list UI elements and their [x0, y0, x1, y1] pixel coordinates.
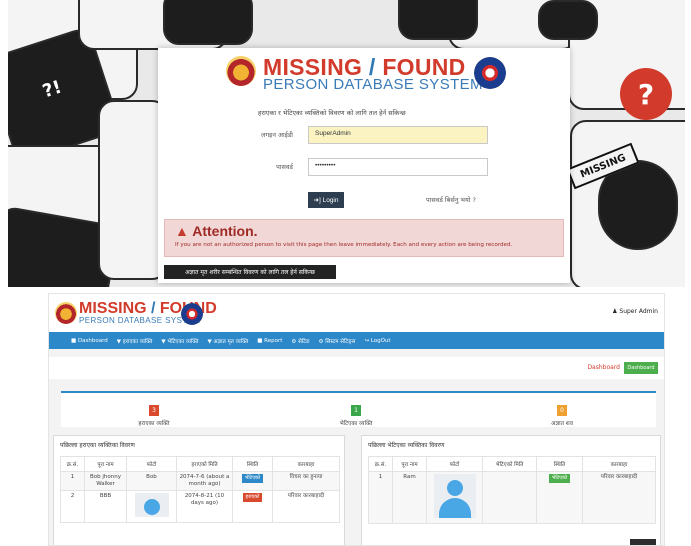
nav-dashboard[interactable]: ■ Dashboard — [71, 338, 108, 344]
cell-action[interactable]: परिवार कारबाहादी — [582, 471, 656, 524]
alert-title: ▲ Attention. — [175, 223, 258, 239]
cell-sn: 1 — [368, 471, 393, 524]
status-badge: हराएको — [242, 493, 263, 502]
table-header: क्र.सं. पूरा नाम फोटो हराएको मिति स्थिति… — [60, 456, 340, 472]
table-row[interactable]: 2 BBB 2074-8-21 (10 days ago) हराएको परि… — [60, 490, 340, 523]
breadcrumb: Dashboard Dashboard — [49, 357, 664, 379]
cell-sn: 1 — [60, 471, 85, 491]
cell-date: 2074-7-6 (about a month ago) — [176, 471, 233, 491]
dashboard-header: MISSING / FOUND PERSON DATABASE SYSTEM ♟… — [49, 294, 664, 332]
stat-found-count: 1 — [351, 405, 361, 416]
stat-missing-count: 3 — [149, 405, 159, 416]
police-emblem-icon — [226, 56, 256, 86]
nav-logout[interactable]: ↪ LogOut — [364, 338, 390, 344]
stat-unknown-label: अज्ञात शव — [551, 421, 573, 427]
table-row[interactable]: 1 Bob jhonny Walker Bob 2074-7-6 (about … — [60, 471, 340, 491]
found-persons-panel: पछिल्ला भेटिएका व्यक्तिका विवरण क्र.सं. … — [361, 435, 661, 545]
col-sn: क्र.सं. — [60, 456, 85, 472]
col-sn: क्र.सं. — [368, 456, 393, 472]
nav-unknown-dead[interactable]: ▼ अज्ञात मृत व्यक्ति — [207, 337, 248, 345]
nav-found-persons[interactable]: ▼ भेटिएका व्यक्ति — [161, 337, 198, 345]
stat-missing-label: हराएका व्यक्ति — [138, 421, 170, 427]
stat-found-label: भेटिएका व्यक्ति — [339, 421, 373, 427]
cell-photo — [426, 471, 483, 524]
login-id-label: लगइन आईडी — [261, 131, 293, 139]
panel-title: पछिल्ला भेटिएका व्यक्तिका विवरण — [368, 442, 445, 449]
col-action: कारबाहा — [272, 456, 340, 472]
alert-text: If you are not an authorized person to v… — [175, 242, 513, 248]
missing-persons-panel: पछिल्ला हराएका व्यक्तिका विवरण क्र.सं. प… — [53, 435, 345, 545]
nav-system-settings[interactable]: ⚙ सिस्टम सेटिङ्स — [319, 337, 356, 345]
col-status: स्थिति — [232, 456, 273, 472]
dashboard-screenshot: MISSING / FOUND PERSON DATABASE SYSTEM ♟… — [48, 293, 665, 546]
login-id-input[interactable]: SuperAdmin — [308, 126, 488, 144]
cell-action[interactable]: परिवार कारबाहादी — [272, 490, 340, 523]
cell-status: भेटिएको — [536, 471, 583, 524]
police-emblem-icon — [55, 302, 77, 324]
col-name: पूरा नाम — [84, 456, 127, 472]
puzzle-piece — [538, 0, 598, 40]
stat-found[interactable]: 1 भेटिएका व्यक्ति — [311, 397, 401, 427]
puzzle-piece — [398, 0, 478, 40]
login-button[interactable]: ➜] Login — [308, 192, 344, 208]
cell-name: Bob jhonny Walker — [84, 471, 127, 491]
cid-emblem-icon — [181, 303, 203, 325]
cell-date: 2074-8-21 (10 days ago) — [176, 490, 233, 523]
cell-name: Ram — [392, 471, 427, 524]
avatar — [433, 474, 476, 518]
main-nav: ■ Dashboard ▼ हराएका व्यक्ति ▼ भेटिएका व… — [49, 332, 664, 349]
stats-bar: 3 हराएका व्यक्ति 1 भेटिएका व्यक्ति 0 अज्… — [61, 391, 656, 427]
col-action: कारबाहा — [582, 456, 656, 472]
nav-settings[interactable]: ⚙ सेटिङ — [291, 337, 309, 345]
stat-unknown[interactable]: 0 अज्ञात शव — [517, 397, 607, 427]
cell-photo: Bob — [126, 471, 177, 491]
cell-status: भेटिएको — [232, 471, 273, 491]
user-menu[interactable]: ♟ Super Admin — [612, 308, 658, 315]
col-photo: फोटो — [426, 456, 483, 472]
col-date: भेटिएको मिति — [482, 456, 537, 472]
cell-status: हराएको — [232, 490, 273, 523]
col-status: स्थिति — [536, 456, 583, 472]
col-photo: फोटो — [126, 456, 177, 472]
cell-sn: 2 — [60, 490, 85, 523]
avatar — [134, 493, 169, 517]
stat-missing[interactable]: 3 हराएका व्यक्ति — [109, 397, 199, 427]
cid-emblem-icon — [474, 57, 506, 89]
stat-unknown-count: 0 — [557, 405, 567, 416]
warning-icon: ▲ — [175, 223, 189, 239]
dashboard-button[interactable]: Dashboard — [624, 362, 658, 374]
forgot-password-link[interactable]: पासवर्ड बिर्सनु भयो ? — [426, 195, 476, 204]
status-badge: भेटिएको — [548, 474, 571, 483]
missing-persons-table: क्र.सं. पूरा नाम फोटो हराएको मिति स्थिति… — [60, 456, 340, 523]
login-card: MISSING / FOUND PERSON DATABASE SYSTEM ह… — [158, 48, 570, 283]
cell-name: BBB — [84, 490, 127, 523]
password-label: पासवर्ड — [276, 163, 293, 171]
found-persons-table: क्र.सं. पूरा नाम फोटो भेटिएको मिति स्थित… — [368, 456, 656, 524]
col-date: हराएको मिति — [176, 456, 233, 472]
cell-photo — [126, 490, 177, 523]
cell-action[interactable]: विचार का हुनाया — [272, 471, 340, 491]
col-name: पूरा नाम — [392, 456, 427, 472]
brand-subtitle: PERSON DATABASE SYSTEM — [263, 76, 483, 93]
login-note: हराएका र भेटिएका व्यक्तिको विवरण को लागि… — [258, 109, 406, 117]
nav-report[interactable]: ■ Report — [257, 338, 282, 344]
status-badge: भेटिएको — [241, 474, 264, 483]
brand-header: MISSING / FOUND PERSON DATABASE SYSTEM — [226, 54, 506, 98]
login-screenshot: ?! ? MISSING MISSING / FOUND PERSON DATA… — [8, 0, 685, 287]
breadcrumb-dashboard-link[interactable]: Dashboard — [587, 364, 620, 371]
question-circle-sign: ? — [620, 68, 672, 120]
table-row[interactable]: 1 Ram भेटिएको परिवार कारबाहादी — [368, 471, 656, 524]
nav-missing-persons[interactable]: ▼ हराएका व्यक्ति — [117, 337, 153, 345]
panel-title: पछिल्ला हराएका व्यक्तिका विवरण — [60, 442, 135, 449]
puzzle-piece — [163, 0, 253, 45]
unknown-bodies-button[interactable]: अज्ञात मृत शरीर सम्बन्धित विवरण को लागि … — [164, 265, 336, 279]
cell-date — [482, 471, 537, 524]
attention-alert: ▲ Attention. If you are not an authorize… — [164, 219, 564, 257]
more-button[interactable] — [630, 539, 656, 545]
password-input[interactable]: ••••••••• — [308, 158, 488, 176]
table-header: क्र.सं. पूरा नाम फोटो भेटिएको मिति स्थित… — [368, 456, 656, 472]
